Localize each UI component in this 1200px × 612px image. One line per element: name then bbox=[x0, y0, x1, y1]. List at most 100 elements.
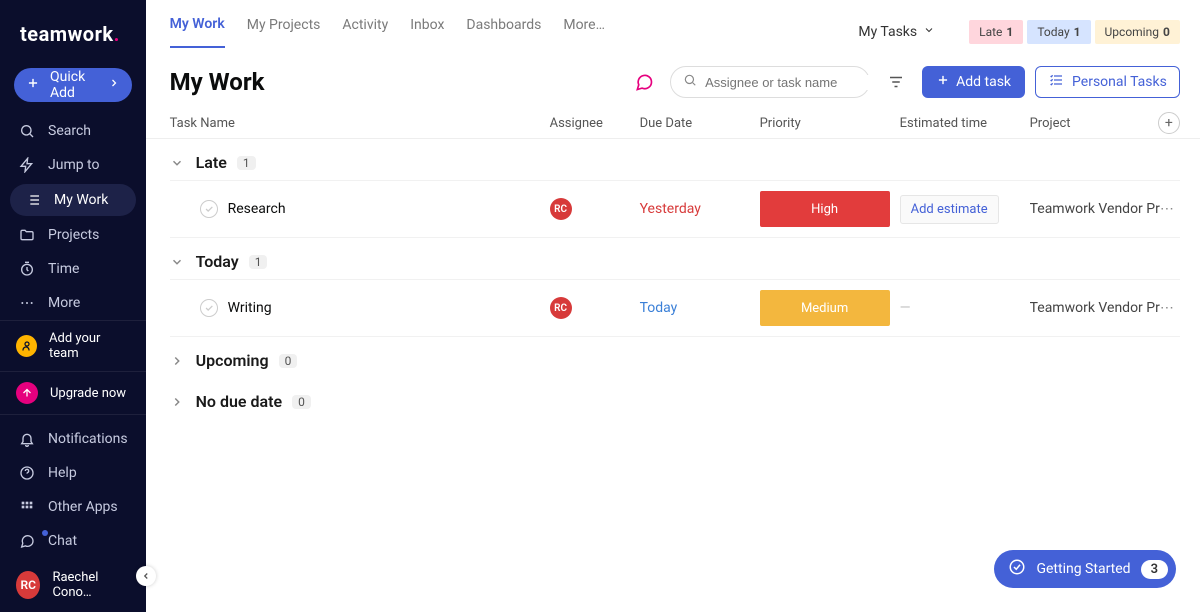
getting-started-label: Getting Started bbox=[1036, 561, 1130, 577]
add-team-label: Add your team bbox=[49, 331, 130, 361]
assignee-avatar[interactable]: RC bbox=[550, 198, 572, 220]
section-count: 1 bbox=[237, 156, 256, 170]
task-name-text: Writing bbox=[228, 300, 272, 316]
sidebar-item-help[interactable]: Help bbox=[0, 456, 146, 490]
sidebar-item-more[interactable]: More bbox=[0, 286, 146, 320]
sidebar-item-otherapps[interactable]: Other Apps bbox=[0, 490, 146, 524]
col-project[interactable]: Project bbox=[1030, 116, 1158, 131]
sidebar-item-notifications[interactable]: Notifications bbox=[0, 422, 146, 456]
brand-logo: teamwork. bbox=[0, 0, 146, 56]
section-late-header[interactable]: Late 1 bbox=[170, 139, 1180, 180]
task-name-text: Research bbox=[228, 201, 286, 217]
sidebar-item-label: Other Apps bbox=[48, 499, 118, 515]
chevron-down-icon bbox=[923, 24, 935, 40]
grid-icon bbox=[18, 499, 36, 515]
pill-late[interactable]: Late1 bbox=[969, 20, 1023, 44]
chevron-right-icon bbox=[170, 354, 186, 368]
add-column-button[interactable]: + bbox=[1158, 112, 1180, 134]
plus-icon bbox=[26, 76, 40, 94]
section-title: Upcoming bbox=[196, 351, 269, 370]
page-title: My Work bbox=[170, 68, 619, 96]
add-estimate-button[interactable]: Add estimate bbox=[900, 195, 999, 224]
tab-myprojects[interactable]: My Projects bbox=[247, 17, 321, 47]
brand-dot: . bbox=[114, 22, 120, 46]
section-count: 1 bbox=[249, 255, 268, 269]
tab-inbox[interactable]: Inbox bbox=[410, 17, 444, 47]
task-sections: Late 1 Research RC Yesterday High Add es… bbox=[146, 139, 1200, 419]
task-checkbox[interactable] bbox=[200, 299, 218, 317]
sidebar-item-label: More bbox=[48, 295, 80, 311]
section-title: No due date bbox=[196, 392, 282, 411]
sidebar-item-label: Jump to bbox=[48, 157, 99, 173]
assignee-avatar[interactable]: RC bbox=[550, 297, 572, 319]
column-headers: Task Name Assignee Due Date Priority Est… bbox=[146, 108, 1200, 139]
add-task-button[interactable]: Add task bbox=[922, 66, 1025, 98]
sidebar-nav: Search Jump to My Work Projects Time Mor… bbox=[0, 114, 146, 320]
section-upcoming-header[interactable]: Upcoming 0 bbox=[170, 337, 1180, 378]
list-icon bbox=[24, 192, 42, 208]
section-title: Late bbox=[196, 153, 227, 172]
section-title: Today bbox=[196, 252, 239, 271]
collapse-sidebar-button[interactable] bbox=[136, 566, 156, 586]
task-row[interactable]: Writing RC Today Medium — Teamwork Vendo… bbox=[170, 279, 1180, 337]
user-name: Raechel Cono… bbox=[52, 570, 129, 600]
col-assignee[interactable]: Assignee bbox=[550, 116, 640, 131]
estimate-empty[interactable]: — bbox=[900, 300, 911, 316]
add-team-button[interactable]: Add your team bbox=[0, 320, 146, 372]
sidebar-item-jumpto[interactable]: Jump to bbox=[0, 148, 146, 182]
filter-button[interactable] bbox=[880, 66, 912, 98]
sidebar-item-time[interactable]: Time bbox=[0, 252, 146, 286]
personal-tasks-button[interactable]: Personal Tasks bbox=[1035, 66, 1180, 98]
pill-upcoming[interactable]: Upcoming0 bbox=[1095, 20, 1180, 44]
due-date[interactable]: Today bbox=[640, 300, 760, 316]
chevron-right-icon bbox=[108, 77, 120, 93]
quick-add-button[interactable]: Quick Add bbox=[14, 68, 132, 102]
tab-dashboards[interactable]: Dashboards bbox=[466, 17, 541, 47]
project-name[interactable]: Teamwork Vendor Pr bbox=[1030, 201, 1160, 217]
help-icon bbox=[18, 465, 36, 481]
search-icon bbox=[18, 123, 36, 139]
task-row[interactable]: Research RC Yesterday High Add estimate … bbox=[170, 180, 1180, 238]
chevron-down-icon bbox=[170, 255, 186, 269]
sidebar-user[interactable]: RC Raechel Cono… bbox=[0, 558, 146, 612]
stopwatch-icon bbox=[18, 261, 36, 277]
upgrade-button[interactable]: Upgrade now bbox=[0, 372, 146, 415]
sidebar-item-search[interactable]: Search bbox=[0, 114, 146, 148]
sidebar-item-chat[interactable]: Chat bbox=[0, 524, 146, 558]
upgrade-icon bbox=[16, 382, 38, 404]
getting-started-count: 3 bbox=[1141, 560, 1168, 579]
check-circle-icon bbox=[1008, 558, 1026, 580]
sidebar-item-projects[interactable]: Projects bbox=[0, 218, 146, 252]
search-input-wrap[interactable] bbox=[670, 66, 870, 98]
section-today-header[interactable]: Today 1 bbox=[170, 238, 1180, 279]
due-date[interactable]: Yesterday bbox=[640, 201, 760, 217]
sidebar: teamwork. Quick Add Search Jump to bbox=[0, 0, 146, 612]
comments-button[interactable] bbox=[628, 66, 660, 98]
project-name[interactable]: Teamwork Vendor Pr bbox=[1030, 300, 1160, 316]
tab-activity[interactable]: Activity bbox=[342, 17, 388, 47]
pill-today[interactable]: Today1 bbox=[1027, 20, 1090, 44]
col-estimated[interactable]: Estimated time bbox=[900, 116, 1030, 131]
priority-badge[interactable]: Medium bbox=[760, 290, 890, 326]
section-count: 0 bbox=[279, 354, 298, 368]
task-checkbox[interactable] bbox=[200, 200, 218, 218]
col-due[interactable]: Due Date bbox=[640, 116, 760, 131]
sidebar-item-mywork[interactable]: My Work bbox=[10, 184, 136, 216]
getting-started-widget[interactable]: Getting Started 3 bbox=[994, 550, 1176, 588]
top-nav: My Work My Projects Activity Inbox Dashb… bbox=[146, 0, 1200, 48]
task-more-button[interactable]: ⋯ bbox=[1160, 201, 1180, 217]
page-header: My Work Add task Personal Tasks bbox=[146, 48, 1200, 108]
tab-more[interactable]: More… bbox=[563, 17, 605, 47]
add-task-label: Add task bbox=[956, 74, 1011, 90]
task-more-button[interactable]: ⋯ bbox=[1160, 300, 1180, 316]
my-tasks-dropdown[interactable]: My Tasks bbox=[858, 24, 935, 40]
search-input[interactable] bbox=[705, 75, 881, 90]
dots-icon bbox=[18, 295, 36, 311]
priority-badge[interactable]: High bbox=[760, 191, 890, 227]
chevron-down-icon bbox=[170, 156, 186, 170]
col-taskname[interactable]: Task Name bbox=[170, 116, 550, 131]
col-priority[interactable]: Priority bbox=[760, 116, 900, 131]
tab-mywork[interactable]: My Work bbox=[170, 16, 225, 48]
bolt-icon bbox=[18, 157, 36, 173]
section-nodue-header[interactable]: No due date 0 bbox=[170, 378, 1180, 419]
